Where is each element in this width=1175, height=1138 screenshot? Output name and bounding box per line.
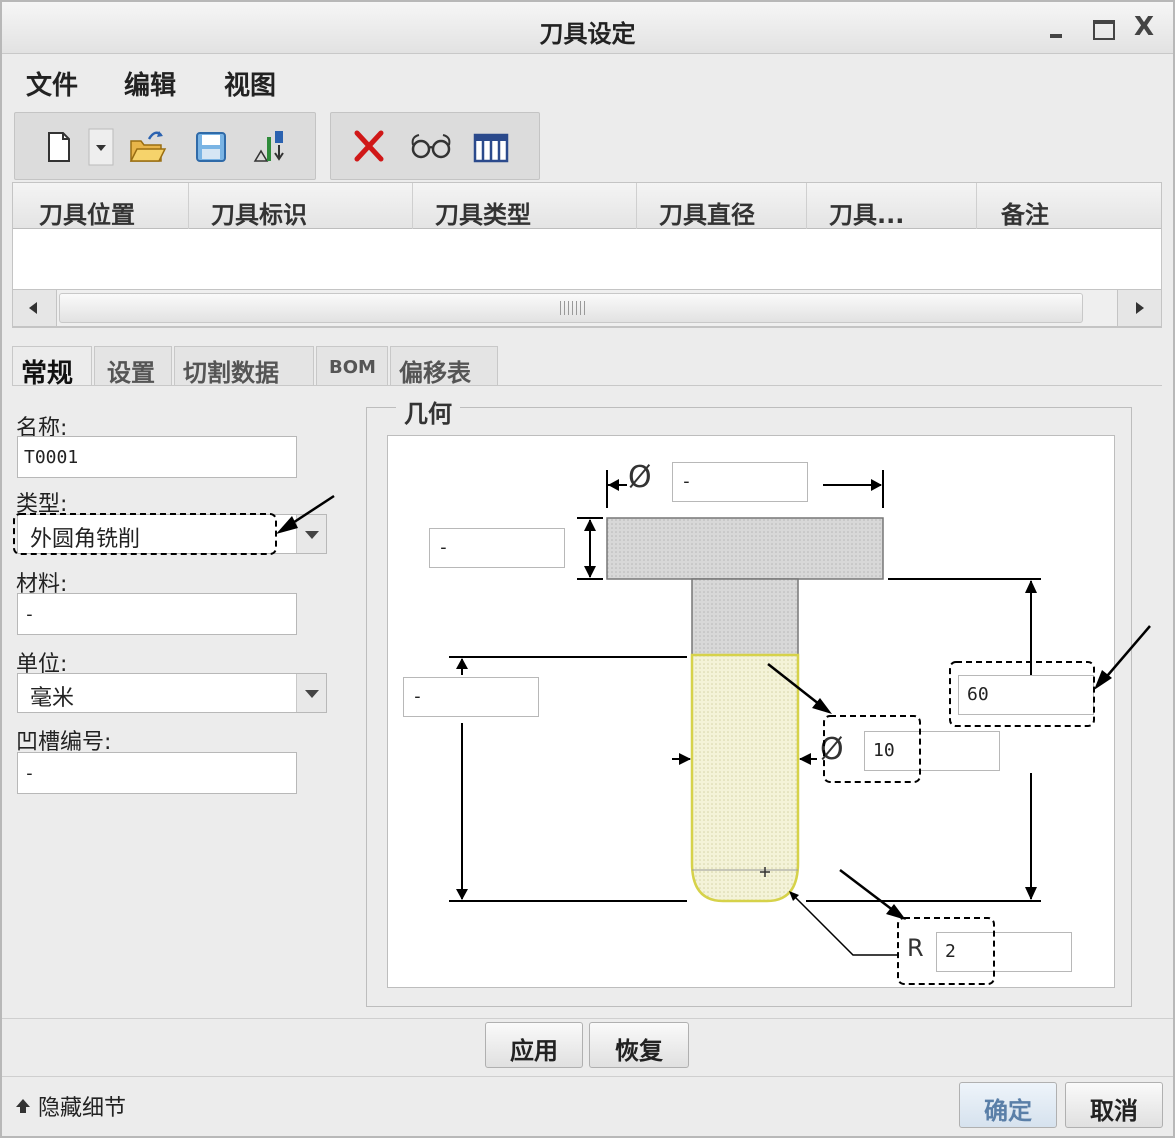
hide-details-label: 隐藏细节: [38, 1096, 127, 1121]
unit-select[interactable]: 毫米: [17, 673, 327, 713]
toolbar-edit-group: [330, 112, 540, 180]
new-file-icon[interactable]: [39, 127, 79, 167]
title-bar: 刀具设定 X: [2, 2, 1173, 54]
col-header-tool-type[interactable]: 刀具类型: [413, 183, 637, 229]
unit-select-value: 毫米: [30, 686, 75, 711]
material-field[interactable]: -: [17, 593, 297, 635]
holder-diameter-field[interactable]: -: [672, 462, 808, 502]
glasses-icon[interactable]: [407, 127, 457, 167]
holder-height-field[interactable]: -: [429, 528, 565, 568]
apply-button[interactable]: 应用: [485, 1022, 583, 1068]
menu-bar: 文件 编辑 视图: [2, 55, 1173, 107]
ok-button[interactable]: 确定: [959, 1082, 1057, 1128]
menu-file[interactable]: 文件: [26, 65, 78, 102]
sort-icon[interactable]: [249, 127, 289, 167]
dropdown-arrow-icon[interactable]: [87, 127, 115, 167]
col-header-tool-more[interactable]: 刀具...: [807, 183, 977, 229]
tab-bom[interactable]: BOM: [316, 346, 388, 386]
tool-setup-window: 刀具设定 X 文件 编辑 视图 刀具位置 刀具标识 刀具类型 刀具直径 刀具..…: [0, 0, 1175, 1138]
menu-view[interactable]: 视图: [224, 65, 276, 102]
scroll-thumb[interactable]: [59, 293, 1083, 323]
scroll-left-icon[interactable]: [13, 290, 57, 326]
tab-offset-table[interactable]: 偏移表: [390, 346, 498, 387]
open-folder-icon[interactable]: [127, 127, 167, 167]
geometry-title: 几何: [396, 394, 460, 429]
maximize-icon[interactable]: [1089, 12, 1119, 42]
name-field[interactable]: T0001: [17, 436, 297, 478]
delete-icon[interactable]: [349, 127, 389, 167]
cancel-button[interactable]: 取消: [1065, 1082, 1163, 1128]
col-header-tool-diameter[interactable]: 刀具直径: [637, 183, 807, 229]
diameter-symbol: Ø: [628, 460, 652, 495]
columns-icon[interactable]: [471, 127, 511, 167]
window-title: 刀具设定: [539, 20, 636, 48]
close-icon[interactable]: X: [1129, 12, 1159, 42]
hide-details-toggle[interactable]: 隐藏细节: [14, 1090, 126, 1122]
table-header: 刀具位置 刀具标识 刀具类型 刀具直径 刀具... 备注: [13, 183, 1161, 229]
col-header-tool-id[interactable]: 刀具标识: [189, 183, 413, 229]
tab-cut-data[interactable]: 切割数据: [174, 346, 314, 387]
tab-settings[interactable]: 设置: [94, 346, 172, 387]
minimize-icon[interactable]: [1042, 12, 1072, 42]
col-header-notes[interactable]: 备注: [977, 183, 1161, 229]
geometry-annotation-arrows: [767, 625, 1151, 985]
type-annotation-arrow: [13, 494, 335, 555]
menu-edit[interactable]: 编辑: [124, 65, 176, 102]
save-icon[interactable]: [191, 127, 231, 167]
col-header-tool-position[interactable]: 刀具位置: [13, 183, 189, 229]
arrow-up-icon: [14, 1096, 32, 1121]
scroll-right-icon[interactable]: [1117, 290, 1161, 326]
tab-general[interactable]: 常规: [12, 346, 92, 389]
shank-length-field[interactable]: -: [403, 677, 539, 717]
groove-field[interactable]: -: [17, 752, 297, 794]
divider: [2, 1076, 1173, 1077]
tab-divider: [12, 385, 1162, 386]
divider: [2, 1018, 1173, 1019]
toolbar-file-group: [14, 112, 316, 180]
restore-button[interactable]: 恢复: [589, 1022, 689, 1068]
chevron-down-icon[interactable]: [296, 674, 326, 712]
horizontal-scrollbar[interactable]: [12, 289, 1162, 327]
